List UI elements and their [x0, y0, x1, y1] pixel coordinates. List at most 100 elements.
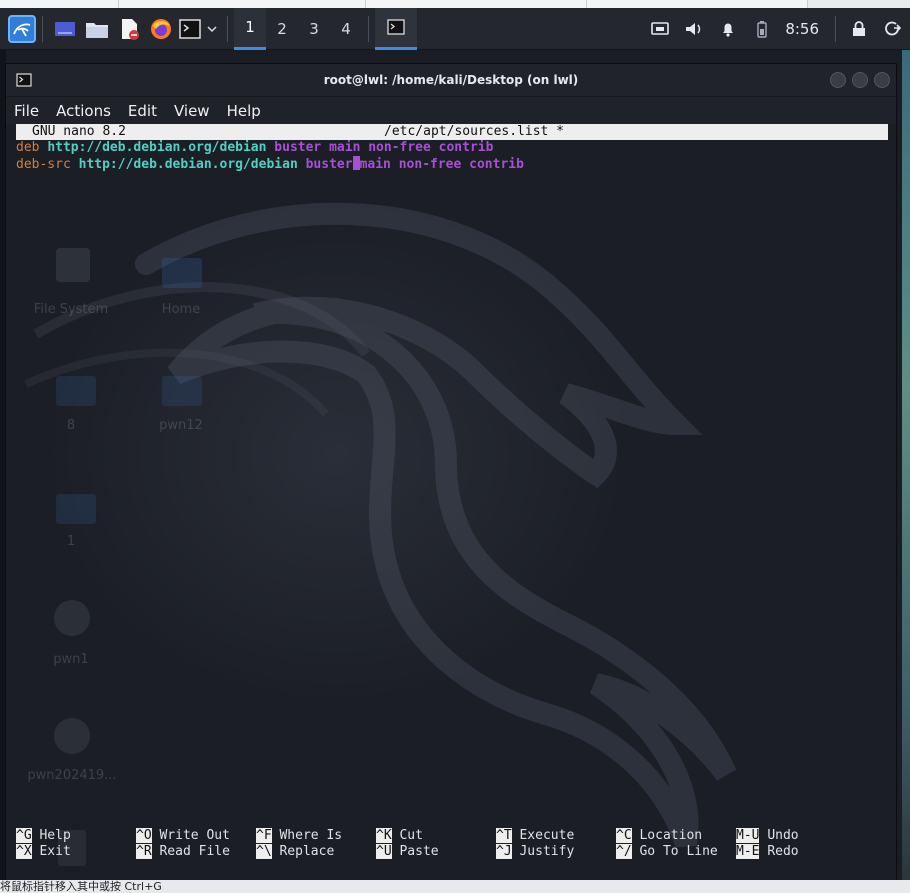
network-icon[interactable] — [643, 8, 677, 50]
screen-root: 1 2 3 4 8:56 root@lwl: /home/kali/Deskto… — [0, 0, 910, 893]
shortcut-paste[interactable]: ^U Paste — [376, 844, 439, 860]
shortcut-label: Undo — [767, 828, 799, 843]
clock[interactable]: 8:56 — [785, 20, 819, 38]
chevron-down-icon[interactable] — [203, 8, 221, 50]
system-tray: 8:56 — [643, 8, 910, 50]
shortcut-label: Paste — [399, 844, 439, 859]
kali-menu-icon[interactable] — [8, 14, 36, 43]
line-keyword: deb-src — [16, 157, 71, 172]
shortcut-help[interactable]: ^G Help — [16, 828, 71, 844]
kali-dragon-wallpaper — [24, 202, 737, 866]
top-panel: 1 2 3 4 8:56 — [0, 7, 910, 50]
shortcut-label: Execute — [519, 828, 575, 843]
shortcut-key: ^G — [16, 828, 32, 843]
shortcut-execute[interactable]: ^T Execute — [496, 828, 574, 844]
window-title: root@lwl: /home/kali/Desktop (on lwl) — [323, 73, 579, 87]
shortcut-key: M-E — [736, 844, 760, 859]
line-components: buster — [305, 157, 353, 172]
shortcut-label: Help — [39, 828, 71, 843]
shortcut-label: Justify — [519, 844, 575, 859]
shortcut-label: Write Out — [159, 828, 230, 843]
desktop-icon-label: File System — [33, 302, 109, 317]
text-editor-icon[interactable] — [113, 8, 145, 50]
shortcut-location[interactable]: ^C Location — [616, 828, 702, 844]
nano-editor[interactable]: File System Home 8 pwn12 1 pwn1 pwn20241… — [6, 124, 896, 880]
workspace-4[interactable]: 4 — [330, 8, 362, 50]
maximize-button[interactable] — [852, 72, 868, 88]
minimize-button[interactable] — [830, 72, 846, 88]
file-manager-icon[interactable] — [81, 8, 113, 50]
desktop-icon-label: pwn202419... — [27, 768, 117, 783]
panel-separator — [368, 15, 369, 42]
shortcut-key: ^\ — [256, 844, 272, 859]
line-keyword: deb — [16, 140, 40, 155]
lock-icon[interactable] — [842, 8, 876, 50]
host-status-bar: 将鼠标指针移入其中或按 Ctrl+G — [0, 880, 910, 893]
terminal-window: root@lwl: /home/kali/Desktop (on lwl) Fi… — [6, 64, 896, 880]
shortcut-key: ^O — [136, 828, 152, 843]
panel-separator — [835, 15, 836, 42]
menu-view[interactable]: View — [174, 102, 210, 120]
shortcut-write-out[interactable]: ^O Write Out — [136, 828, 230, 844]
shortcut-label: Cut — [399, 828, 423, 843]
desktop-icon-label: pwn1 — [53, 652, 89, 667]
desktop-icon-label: Home — [161, 302, 201, 317]
shortcut-go-to-line[interactable]: ^/ Go To Line — [616, 844, 718, 860]
shortcut-key: ^X — [16, 844, 32, 859]
line-url: http://deb.debian.org/debian — [47, 140, 267, 155]
desktop-edge-right — [902, 50, 910, 893]
terminal-task-button[interactable] — [375, 7, 417, 50]
nano-version: GNU nano 8.2 — [32, 124, 126, 139]
nano-filename: /etc/apt/sources.list * — [384, 124, 565, 139]
shortcut-cut[interactable]: ^K Cut — [376, 828, 423, 844]
shortcut-where-is[interactable]: ^F Where Is — [256, 828, 342, 844]
shortcut-key: ^K — [376, 828, 392, 843]
window-titlebar[interactable]: root@lwl: /home/kali/Desktop (on lwl) — [6, 64, 896, 97]
shortcut-exit[interactable]: ^X Exit — [16, 844, 71, 860]
notification-bell-icon[interactable] — [711, 8, 745, 50]
window-controls — [830, 72, 890, 88]
shortcut-key: M-U — [736, 828, 760, 843]
shortcut-key: ^F — [256, 828, 272, 843]
menubar: File Actions Edit View Help — [6, 97, 896, 125]
line-components: buster main non-free contrib — [274, 140, 494, 155]
shortcut-key: ^U — [376, 844, 392, 859]
shortcut-key: ^T — [496, 828, 512, 843]
desktop-icon-label: 8 — [66, 418, 76, 433]
nano-title-bar: GNU nano 8.2 /etc/apt/sources.list * — [16, 124, 888, 140]
shortcut-undo[interactable]: M-U Undo — [736, 828, 799, 844]
desktop-icon[interactable] — [49, 8, 81, 50]
firefox-icon[interactable] — [145, 8, 177, 50]
close-button[interactable] — [874, 72, 890, 88]
shortcut-key: ^R — [136, 844, 152, 859]
shortcut-replace[interactable]: ^\ Replace — [256, 844, 334, 860]
shortcut-label: Location — [639, 828, 703, 843]
workspace-3[interactable]: 3 — [298, 8, 330, 50]
workspace-2[interactable]: 2 — [266, 8, 298, 50]
panel-separator — [227, 15, 228, 42]
shortcut-justify[interactable]: ^J Justify — [496, 844, 574, 860]
shortcut-redo[interactable]: M-E Redo — [736, 844, 799, 860]
nano-shortcut-bar: ^G Help ^X Exit ^O Write Out ^R Read File ^F… — [16, 828, 896, 862]
editor-line: deb http://deb.debian.org/debian buster … — [16, 140, 493, 156]
menu-actions[interactable]: Actions — [56, 102, 111, 120]
shortcut-label: Exit — [39, 844, 71, 859]
desktop-icon-label: 1 — [66, 534, 76, 549]
shortcut-key: ^/ — [616, 844, 632, 859]
workspace-1[interactable]: 1 — [234, 7, 266, 50]
terminal-icon — [387, 19, 405, 35]
line-components: main non-free contrib — [359, 157, 524, 172]
shortcut-label: Read File — [159, 844, 230, 859]
shortcut-label: Go To Line — [639, 844, 718, 859]
shortcut-label: Redo — [767, 844, 799, 859]
volume-icon[interactable] — [677, 8, 711, 50]
panel-separator — [42, 15, 43, 42]
menu-file[interactable]: File — [14, 102, 39, 120]
logout-icon[interactable] — [876, 8, 910, 50]
text-cursor — [352, 156, 360, 170]
menu-help[interactable]: Help — [227, 102, 261, 120]
battery-icon[interactable] — [745, 8, 779, 50]
menu-edit[interactable]: Edit — [128, 102, 157, 120]
terminal-icon[interactable] — [177, 8, 203, 50]
shortcut-read-file[interactable]: ^R Read File — [136, 844, 230, 860]
